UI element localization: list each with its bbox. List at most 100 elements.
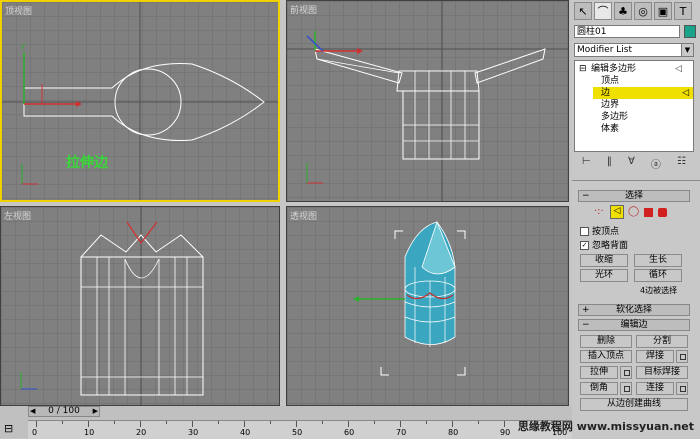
svg-text:y: y	[21, 42, 25, 50]
timeline-tick	[114, 421, 115, 424]
stack-item-edge[interactable]: 边 ◁	[593, 87, 693, 99]
edge-mode-button-icon[interactable]: ◁	[610, 205, 624, 219]
weld-button[interactable]: 焊接	[636, 350, 674, 363]
pin-icon[interactable]: ⊢	[582, 156, 591, 172]
remove-button[interactable]: 删除	[580, 335, 632, 348]
modifier-list-label: Modifier List	[577, 45, 632, 55]
by-vertex-checkbox[interactable]: 按顶点	[580, 224, 619, 237]
utilities-icon[interactable]: T	[674, 2, 692, 20]
stack-toolbar: ⊢ ‖ ∀ ⓐ ☷	[574, 156, 694, 172]
timeline-tick	[36, 421, 37, 427]
expand-icon: +	[582, 305, 590, 315]
show-end-result-icon[interactable]: ‖	[607, 156, 612, 172]
timeline-area: ◀ 0 / 100 ▶ ⊟ 0 10 20 30 40 50 60 70 80 90 100	[0, 406, 572, 439]
perspective-view-mesh	[353, 220, 466, 376]
stack-item-border[interactable]: 边界	[601, 99, 619, 111]
timeline-tick	[478, 421, 479, 424]
extrude-settings-icon[interactable]	[620, 366, 632, 379]
polygon-mode-icon[interactable]	[644, 208, 653, 217]
watermark: 思缘教程网 www.missyuan.net	[517, 420, 694, 433]
timeline-tick-label: 20	[136, 428, 147, 437]
mini-curve-editor-icon[interactable]: ⊟	[4, 422, 20, 436]
select-icon[interactable]: ↖	[574, 2, 592, 20]
stack-item-edge-label: 边	[601, 88, 611, 98]
timeline-tick	[426, 421, 427, 424]
timeline-tick	[270, 421, 271, 424]
next-frame-icon[interactable]: ▶	[93, 407, 98, 416]
ignore-backfacing-checkbox[interactable]: ✓ 忽略背面	[580, 238, 628, 251]
hierarchy-icon[interactable]: ♣	[614, 2, 632, 20]
edit-edges-title: 编辑边	[620, 320, 648, 330]
grow-button[interactable]: 生长	[634, 254, 682, 267]
timeline-tick-label: 0	[32, 428, 38, 437]
stack-expand-icon[interactable]: ⊟	[579, 63, 587, 75]
viewport-perspective[interactable]: 透视图	[286, 206, 569, 406]
collapse-icon: −	[582, 191, 590, 201]
element-mode-icon[interactable]	[658, 208, 667, 217]
timeline-tick-label: 40	[240, 428, 251, 437]
edge-mode-icon: ◁	[682, 88, 689, 98]
display-icon[interactable]: ▣	[654, 2, 672, 20]
timeline-tick	[296, 421, 297, 427]
timeline-tick	[244, 421, 245, 427]
viewport-front[interactable]: 前视图	[286, 0, 569, 202]
insert-vertex-button[interactable]: 插入顶点	[580, 350, 632, 363]
loop-button[interactable]: 循环	[634, 269, 682, 282]
timeline-tick	[322, 421, 323, 424]
chamfer-settings-icon[interactable]	[620, 382, 632, 395]
stack-item-element[interactable]: 体素	[601, 123, 619, 135]
make-unique-icon[interactable]: ∀	[628, 156, 635, 172]
weld-settings-icon[interactable]	[676, 350, 688, 363]
split-button[interactable]: 分割	[636, 335, 688, 348]
viewport-top[interactable]: 顶视图 y 拉伸边	[0, 0, 280, 202]
chevron-down-icon[interactable]: ▼	[681, 44, 693, 56]
timeline-tick	[452, 421, 453, 427]
collapse-icon: −	[582, 320, 590, 330]
command-panel: ↖ ⌒ ♣ ◎ ▣ T 圆柱01 Modifier List ▼ ⊟ 编辑多边形…	[572, 0, 700, 438]
ring-button[interactable]: 光环	[580, 269, 628, 282]
chamfer-button[interactable]: 倒角	[580, 382, 618, 395]
prev-frame-icon[interactable]: ◀	[30, 407, 35, 416]
stack-root-editable-poly[interactable]: 编辑多边形	[591, 63, 636, 75]
configure-sets-icon[interactable]: ☷	[677, 156, 686, 172]
edit-edges-rollout-header[interactable]: − 编辑边	[578, 319, 690, 331]
timeline-tick-label: 50	[292, 428, 303, 437]
connect-settings-icon[interactable]	[676, 382, 688, 395]
vertex-mode-icon[interactable]: ·:·	[594, 206, 604, 217]
pin-stack-icon: ◁	[675, 64, 682, 74]
timeline-tick	[218, 421, 219, 424]
modifier-list-dropdown[interactable]: Modifier List ▼	[574, 43, 694, 57]
connect-button[interactable]: 连接	[636, 382, 674, 395]
timeline-tick	[504, 421, 505, 427]
object-color-swatch[interactable]	[684, 25, 696, 38]
left-view-mesh	[20, 207, 204, 405]
timeline-tick-label: 70	[396, 428, 407, 437]
track-bar[interactable]: 0 10 20 30 40 50 60 70 80 90 100	[28, 420, 572, 439]
remove-modifier-icon[interactable]: ⓐ	[651, 156, 661, 172]
shrink-button[interactable]: 收缩	[580, 254, 628, 267]
modifier-stack[interactable]: ⊟ 编辑多边形 ◁ 顶点 边 ◁ 边界 多边形 体素	[574, 60, 694, 152]
timeline-tick	[348, 421, 349, 427]
front-view-mesh	[287, 1, 568, 201]
selection-rollout-header[interactable]: − 选择	[578, 190, 690, 202]
stack-item-vertex[interactable]: 顶点	[601, 75, 619, 87]
stack-item-polygon[interactable]: 多边形	[601, 111, 628, 123]
create-shape-button[interactable]: 从边创建曲线	[580, 398, 688, 411]
time-slider[interactable]: ◀ 0 / 100 ▶	[28, 406, 100, 417]
frame-display: 0 / 100	[48, 406, 80, 416]
modify-icon[interactable]: ⌒	[594, 2, 612, 20]
timeline-tick	[374, 421, 375, 424]
timeline-tick-label: 90	[500, 428, 511, 437]
viewport-left[interactable]: 左视图	[0, 206, 280, 406]
target-weld-button[interactable]: 目标焊接	[636, 366, 688, 379]
soft-selection-rollout-header[interactable]: + 软化选择	[578, 304, 690, 316]
object-name-field[interactable]: 圆柱01	[574, 25, 680, 38]
timeline-tick	[140, 421, 141, 427]
extrude-button[interactable]: 拉伸	[580, 366, 618, 379]
border-mode-icon[interactable]: ◯	[628, 206, 639, 217]
timeline-tick	[192, 421, 193, 427]
timeline-tick-label: 30	[188, 428, 199, 437]
timeline-tick-label: 60	[344, 428, 355, 437]
selection-status: 4边被选择	[640, 286, 678, 295]
motion-icon[interactable]: ◎	[634, 2, 652, 20]
